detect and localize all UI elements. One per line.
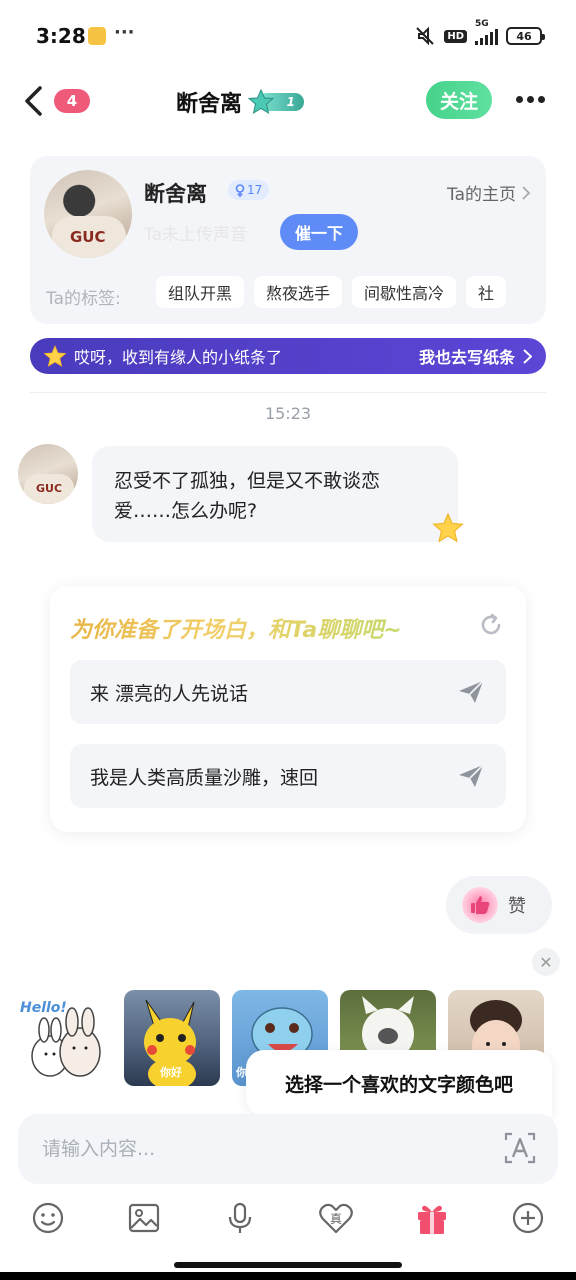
- opener-suggestions-card: 为你准备了开场白，和Ta聊聊吧~ 来 漂亮的人先说话 我是人类高质量沙雕，速回: [50, 586, 526, 832]
- message-bubble[interactable]: 忍受不了孤独，但是又不敢谈恋爱……怎么办呢?: [92, 446, 458, 542]
- thumbs-up-icon: [462, 887, 498, 923]
- image-button[interactable]: [124, 1198, 164, 1238]
- microphone-icon: [228, 1202, 252, 1233]
- opener-item[interactable]: 来 漂亮的人先说话: [70, 660, 506, 724]
- mute-icon: [416, 26, 435, 46]
- gift-button[interactable]: [412, 1198, 452, 1238]
- tag-item: 熬夜选手: [254, 276, 343, 308]
- home-indicator[interactable]: [174, 1262, 402, 1268]
- notification-app-icon: [88, 27, 106, 45]
- chevron-right-icon: [523, 348, 532, 364]
- status-time: 3:28: [36, 24, 86, 48]
- like-label: 赞: [508, 896, 526, 917]
- header-title-group: 断舍离 1: [176, 86, 305, 118]
- avatar[interactable]: GUC: [44, 170, 132, 258]
- more-options-icon[interactable]: [516, 96, 545, 103]
- opener-text: 来 漂亮的人先说话: [90, 682, 249, 705]
- refresh-icon[interactable]: [478, 612, 504, 638]
- gender-age-badge: 17: [228, 180, 270, 200]
- status-icons: HD 5G 46: [414, 19, 545, 46]
- level-badge: 1: [248, 89, 305, 115]
- more-tools-button[interactable]: [508, 1198, 548, 1238]
- signal-icon: 5G: [475, 19, 498, 45]
- hd-badge: HD: [444, 29, 467, 43]
- tag-item: 组队开黑: [156, 276, 245, 308]
- female-icon: [235, 183, 245, 197]
- opener-item[interactable]: 我是人类高质量沙雕，速回: [70, 744, 506, 808]
- battery-icon: 46: [506, 27, 545, 45]
- opener-title: 为你准备了开场白，和Ta聊聊吧~: [70, 612, 402, 644]
- plus-icon: [512, 1202, 544, 1234]
- sticker-caption: Hello!: [20, 1000, 67, 1016]
- message-input[interactable]: [18, 1114, 558, 1184]
- text-style-icon[interactable]: [502, 1130, 538, 1166]
- nav-bar-edge: [0, 1272, 576, 1280]
- message-timestamp: 15:23: [264, 404, 312, 423]
- chat-header: 4 断舍离 1 关注: [0, 72, 576, 132]
- opener-text: 我是人类高质量沙雕，速回: [90, 766, 319, 789]
- chevron-right-icon: [522, 185, 530, 200]
- text-color-tooltip: 选择一个喜欢的文字颜色吧: [246, 1050, 552, 1116]
- like-button[interactable]: 赞: [446, 876, 552, 934]
- sticker-pikachu[interactable]: 你好: [124, 990, 220, 1086]
- more-notifications-icon: ···: [114, 22, 135, 43]
- profile-home-label: Ta的主页: [447, 185, 516, 205]
- page-title: 断舍离: [176, 92, 243, 117]
- emoji-icon: [32, 1202, 64, 1234]
- send-icon[interactable]: [456, 677, 486, 707]
- note-banner-text: 哎呀，收到有缘人的小纸条了: [74, 348, 283, 367]
- sticker-caption: 你好: [160, 1066, 182, 1079]
- divider: [30, 392, 546, 393]
- input-toolbar: 真: [0, 1198, 576, 1242]
- emoji-button[interactable]: [28, 1198, 68, 1238]
- close-icon[interactable]: ✕: [532, 948, 560, 976]
- send-icon[interactable]: [456, 761, 486, 791]
- write-note-link[interactable]: 我也去写纸条: [419, 344, 532, 368]
- nudge-button[interactable]: 催一下: [280, 214, 358, 250]
- tag-item: 间歇性高冷: [352, 276, 457, 308]
- profile-card: GUC 断舍离 17 Ta的主页 Ta未上传声音 催一下 Ta的标签: 组队开黑…: [30, 156, 546, 324]
- sender-avatar[interactable]: GUC: [18, 444, 78, 504]
- profile-name: 断舍离: [144, 182, 207, 206]
- age-value: 17: [247, 183, 263, 197]
- network-type: 5G: [475, 19, 489, 29]
- voice-status: Ta未上传声音: [144, 225, 247, 245]
- heart-icon: 真: [319, 1203, 353, 1234]
- note-banner[interactable]: 哎呀，收到有缘人的小纸条了 我也去写纸条: [30, 338, 546, 374]
- gift-icon: [418, 1205, 446, 1234]
- true-heart-button[interactable]: 真: [316, 1198, 356, 1238]
- profile-home-link[interactable]: Ta的主页: [447, 180, 530, 205]
- unread-count-badge[interactable]: 4: [54, 89, 90, 113]
- rabbit-icon: Hello!: [20, 1000, 101, 1077]
- avatar-shirt-logo: GUC: [36, 482, 63, 495]
- write-note-label: 我也去写纸条: [418, 348, 515, 367]
- tags-label: Ta的标签:: [46, 289, 121, 309]
- battery-level: 46: [516, 29, 532, 43]
- status-bar: 3:28 ··· HD 5G 46: [0, 0, 576, 72]
- avatar-shirt-logo: GUC: [70, 228, 106, 246]
- follow-button[interactable]: 关注: [426, 81, 492, 119]
- tag-item: 社: [466, 276, 507, 308]
- star-icon: [248, 89, 275, 115]
- image-icon: [128, 1203, 160, 1233]
- star-icon: [432, 512, 464, 543]
- star-icon: [44, 345, 66, 367]
- sticker-hello-rabbits[interactable]: Hello!: [16, 990, 112, 1086]
- back-icon[interactable]: [20, 84, 50, 118]
- tag-list: 组队开黑 熬夜选手 间歇性高冷 社: [156, 276, 528, 308]
- voice-button[interactable]: [220, 1198, 260, 1238]
- true-label: 真: [330, 1212, 342, 1226]
